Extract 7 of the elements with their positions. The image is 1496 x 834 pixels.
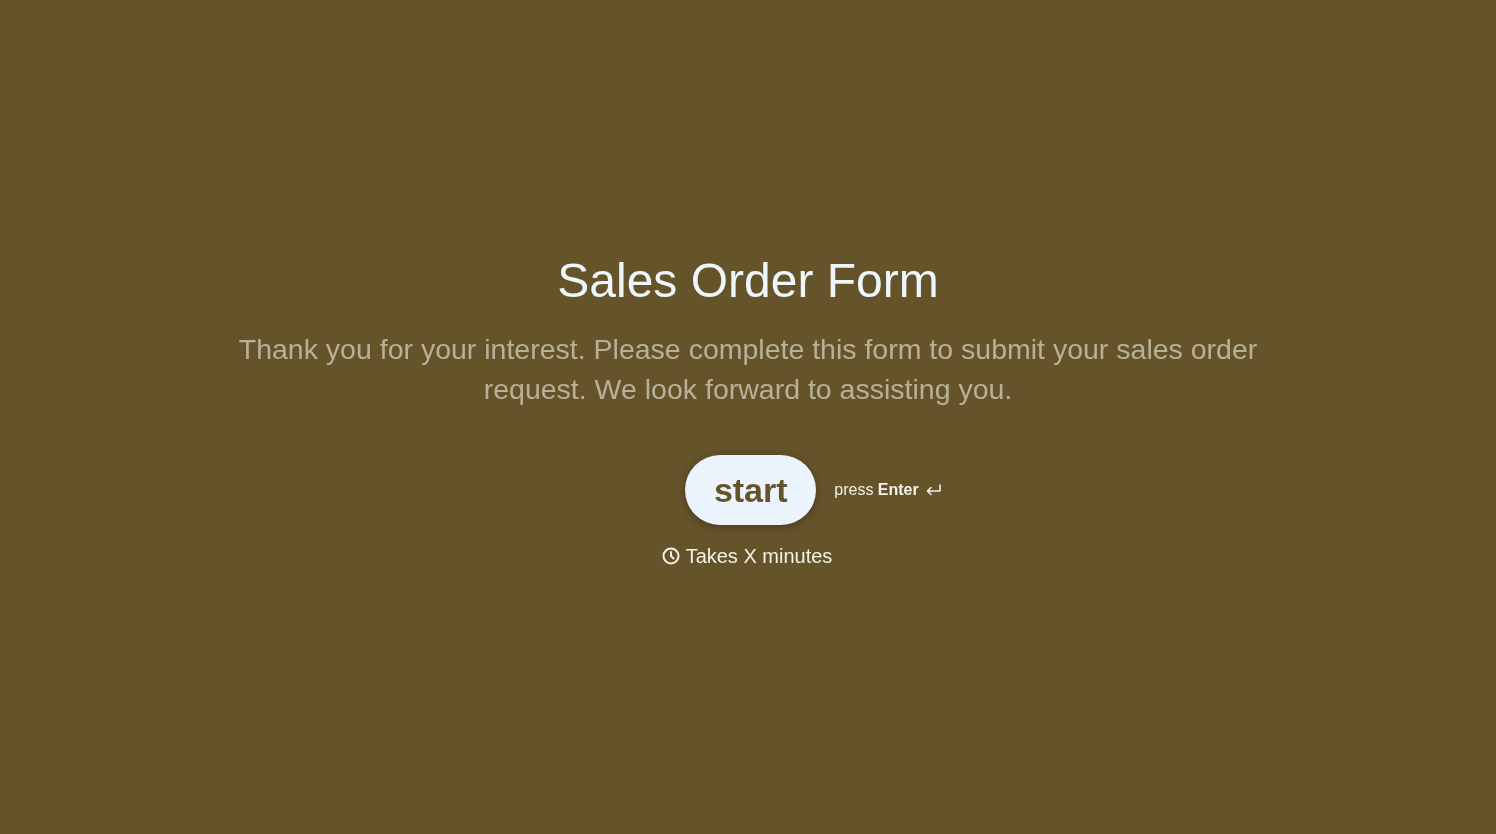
clock-icon [661,547,680,565]
start-button[interactable]: start [685,455,817,525]
duration-text: Takes X minutes [685,544,833,569]
keyboard-hint: press Enter [834,480,919,500]
form-title: Sales Order Form [557,253,939,309]
enter-key-icon [925,484,941,496]
form-description: Thank you for your interest. Please complete this form to submit your sales order request. We look forward to assisting you. [237,332,1259,407]
